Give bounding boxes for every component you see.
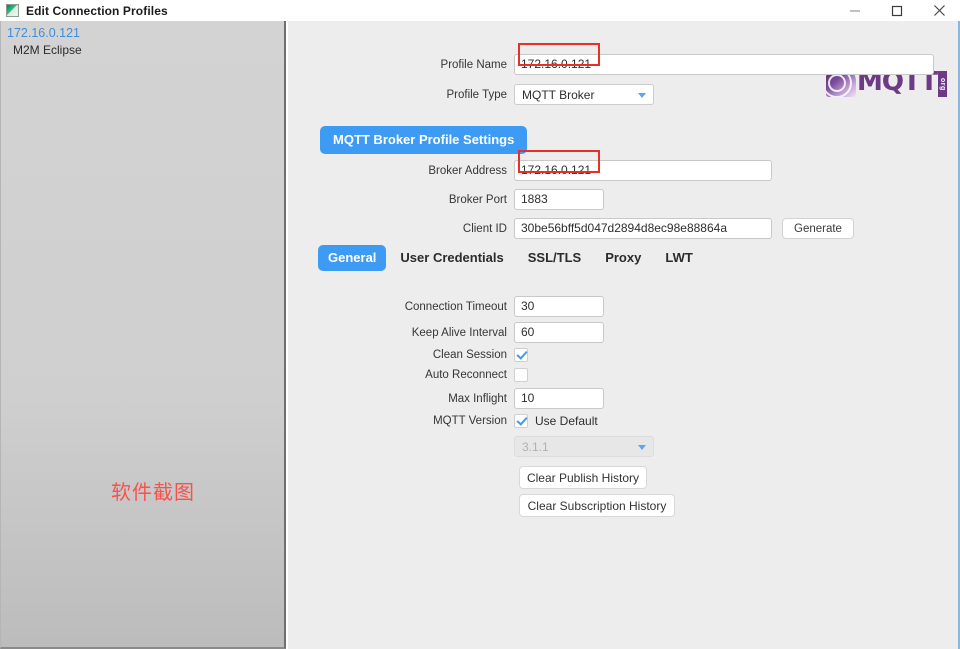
clean-session-checkbox[interactable] [514,348,528,362]
row-connection-timeout: Connection Timeout [288,296,604,317]
row-broker-port: Broker Port [288,189,604,210]
row-clean-session: Clean Session [288,348,528,362]
sidebar-item-secondary: M2M Eclipse [13,43,82,57]
broker-port-label: Broker Port [448,193,507,206]
keep-alive-label: Keep Alive Interval [411,326,507,339]
window-title: Edit Connection Profiles [26,3,168,18]
tab-general[interactable]: General [318,245,387,271]
row-max-inflight: Max Inflight [288,388,604,409]
use-default-checkbox[interactable] [514,414,528,428]
connection-timeout-label: Connection Timeout [404,300,507,313]
clear-publish-history-button[interactable]: Clear Publish History [519,466,647,489]
clean-session-label: Clean Session [432,349,507,361]
sidebar-item-profile[interactable]: 172.16.0.121 M2M Eclipse [1,21,284,59]
profiles-sidebar[interactable]: 172.16.0.121 M2M Eclipse 软件截图 [0,21,286,649]
broker-port-input[interactable] [514,189,604,210]
broker-address-label: Broker Address [428,164,507,177]
client-id-input[interactable] [514,218,772,239]
row-mqtt-version: MQTT Version Use Default [288,414,598,428]
chevron-down-icon [638,444,646,450]
auto-reconnect-checkbox[interactable] [514,368,528,382]
clear-subscription-history-button[interactable]: Clear Subscription History [519,494,675,517]
generate-button[interactable]: Generate [782,218,854,239]
keep-alive-input[interactable] [514,322,604,343]
tab-lwt[interactable]: LWT [655,245,702,271]
broker-profile-settings-button[interactable]: MQTT Broker Profile Settings [320,126,528,154]
chevron-down-icon [638,92,646,98]
row-profile-name: Profile Name [288,54,942,75]
auto-reconnect-label: Auto Reconnect [425,369,507,381]
profile-name-label: Profile Name [440,58,507,71]
profile-editor-panel: MQTT org Profile Name Profile Type MQTT … [288,21,960,649]
maximize-icon[interactable] [876,0,918,21]
max-inflight-input[interactable] [514,388,604,409]
profile-name-input[interactable] [514,54,934,75]
mqtt-version-label: MQTT Version [433,415,507,427]
window-controls [834,0,960,21]
client-id-label: Client ID [462,222,507,235]
watermark-text: 软件截图 [111,480,195,504]
row-keep-alive: Keep Alive Interval [288,322,604,343]
row-mqtt-version-select: 3.1.1 [288,436,654,457]
row-client-id: Client ID Generate [288,218,854,239]
tab-user-credentials[interactable]: User Credentials [390,245,513,271]
minimize-icon[interactable] [834,0,876,21]
row-profile-type: Profile Type MQTT Broker [288,84,654,105]
broker-address-input[interactable] [514,160,772,181]
connection-timeout-input[interactable] [514,296,604,317]
close-icon[interactable] [918,0,960,21]
profile-type-select[interactable]: MQTT Broker [514,84,654,105]
app-window: Edit Connection Profiles 172.16.0.121 M2… [0,0,960,649]
tab-ssl-tls[interactable]: SSL/TLS [518,245,591,271]
mqtt-version-value: 3.1.1 [522,440,549,454]
app-icon [6,4,19,17]
profile-type-label: Profile Type [446,88,507,101]
use-default-label: Use Default [535,414,598,428]
row-broker-address: Broker Address [288,160,772,181]
title-bar: Edit Connection Profiles [0,0,960,21]
max-inflight-label: Max Inflight [448,392,507,405]
profile-type-value: MQTT Broker [522,88,595,102]
row-auto-reconnect: Auto Reconnect [288,368,528,382]
tab-proxy[interactable]: Proxy [595,245,651,271]
mqtt-version-select: 3.1.1 [514,436,654,457]
sidebar-item-primary: 172.16.0.121 [7,26,80,40]
settings-tabs: General User Credentials SSL/TLS Proxy L… [318,245,703,271]
